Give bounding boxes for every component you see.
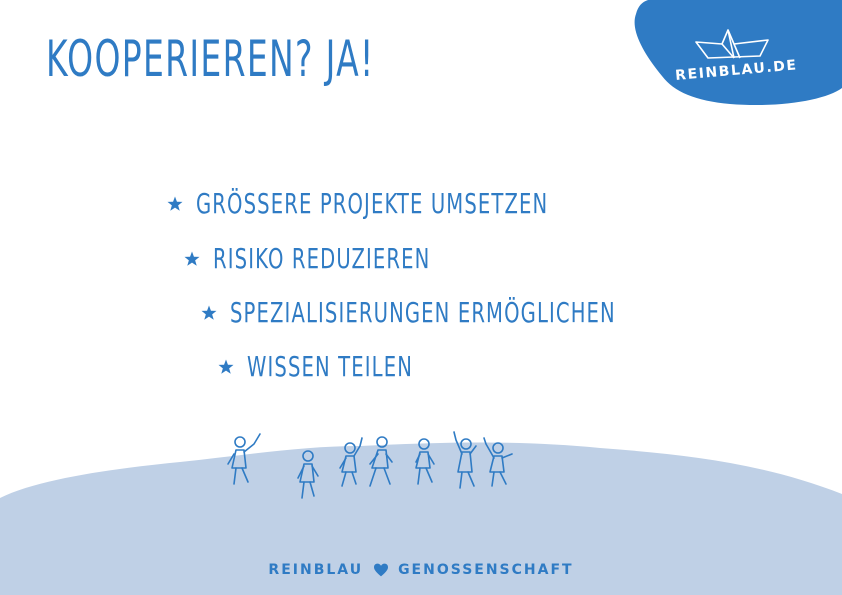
footer-brand: REINBLAU [268,562,364,578]
list-item-text: SPEZIALISIERUNGEN ERMÖGLICHEN [230,296,616,329]
star-icon [184,251,200,266]
star-icon [201,305,217,320]
list-item: WISSEN TEILEN [217,353,484,381]
list-item-text: GRÖSSERE PROJEKTE UMSETZEN [196,187,549,220]
badge-blob [634,0,842,106]
stick-figure [339,437,363,487]
stick-figure [369,436,393,487]
star-icon [218,359,234,374]
list-item: SPEZIALISIERUNGEN ERMÖGLICHEN [200,299,781,327]
stick-figure [453,431,477,489]
list-item: RISIKO REDUZIEREN [183,245,524,273]
list-item-text: WISSEN TEILEN [247,350,413,383]
stick-figure [483,437,513,487]
stick-figure [227,433,261,485]
people-illustration [227,431,513,499]
star-icon [167,196,183,211]
footer-tagline: GENOSSENSCHAFT [398,562,574,578]
page: KOOPERIEREN? JA! REINBLAU.DE GRÖSSERE PR… [0,0,842,595]
list-item-text: RISIKO REDUZIEREN [213,242,431,275]
stick-figure [415,438,435,485]
footer: REINBLAU GENOSSENSCHAFT [0,562,842,578]
page-title: KOOPERIEREN? JA! [46,30,375,88]
stick-figure [297,450,319,499]
heart-icon [374,563,389,577]
list-item: GRÖSSERE PROJEKTE UMSETZEN [166,190,699,218]
